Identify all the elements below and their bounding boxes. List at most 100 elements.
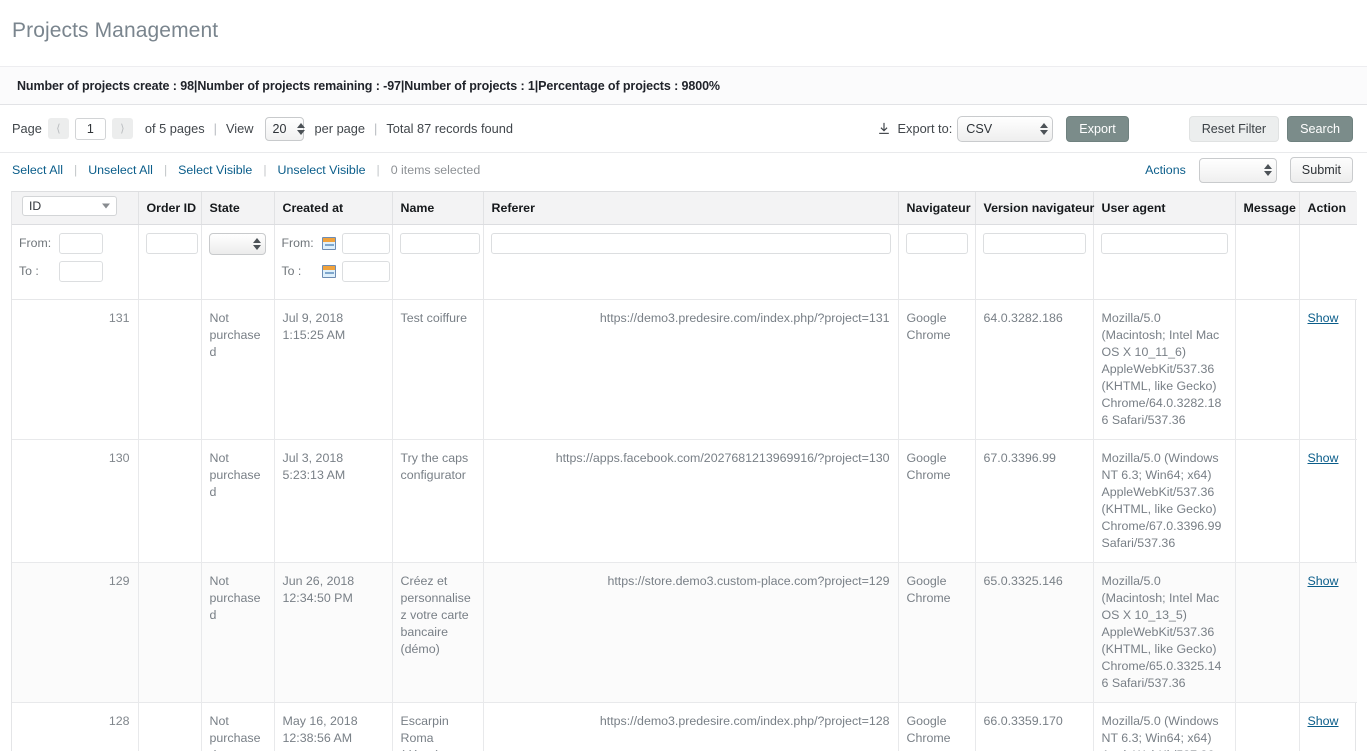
cell-user-agent: Mozilla/5.0 (Macintosh; Intel Mac OS X 1… xyxy=(1093,299,1236,441)
column-header-order-id[interactable]: Order ID xyxy=(138,192,202,226)
table-row[interactable]: 131 Not purchased Jul 9, 2018 1:15:25 AM… xyxy=(12,299,1357,441)
actions-select[interactable] xyxy=(1198,157,1277,183)
cell-id: 128 xyxy=(12,702,139,751)
filter-cell-navigateur xyxy=(898,224,976,301)
cell-user-agent: Mozilla/5.0 (Windows NT 6.3; Win64; x64)… xyxy=(1093,439,1236,564)
cell-order-id xyxy=(138,702,202,751)
show-link[interactable]: Show xyxy=(1308,714,1339,728)
export-format-select[interactable]: CSV xyxy=(957,115,1054,142)
actions-label[interactable]: Actions xyxy=(1145,163,1186,177)
select-all-link[interactable]: Select All xyxy=(12,163,63,177)
cell-user-agent: Mozilla/5.0 (Windows NT 6.3; Win64; x64)… xyxy=(1093,702,1236,751)
cell-referer: https://demo3.predesire.com/index.php/?p… xyxy=(483,702,899,751)
state-filter-select[interactable] xyxy=(208,233,266,256)
to-label: To : xyxy=(19,264,39,279)
cell-created-at: Jul 3, 2018 5:23:13 AM xyxy=(274,439,393,564)
column-header-message[interactable]: Message xyxy=(1235,192,1300,226)
column-header-name[interactable]: Name xyxy=(392,192,484,226)
projects-management-page: Projects Management Number of projects c… xyxy=(0,0,1367,751)
export-button[interactable]: Export xyxy=(1066,115,1129,142)
unselect-visible-link[interactable]: Unselect Visible xyxy=(278,163,366,177)
cell-action: Show xyxy=(1299,439,1357,564)
submit-button[interactable]: Submit xyxy=(1289,157,1353,184)
filter-cell-action xyxy=(1299,224,1357,301)
cell-name: Try the caps configurator xyxy=(392,439,484,564)
table-body: From: To : From: To: 131 Not purchased … xyxy=(12,224,1357,751)
column-header-id: ID xyxy=(12,192,139,226)
column-header-state[interactable]: State xyxy=(201,192,275,226)
cell-action: Show xyxy=(1299,702,1357,751)
cell-version: 66.0.3359.170 xyxy=(975,702,1094,751)
filter-cell-name xyxy=(392,224,484,301)
per-page-select[interactable]: 20 xyxy=(264,116,304,141)
total-records-label: Total 87 records found xyxy=(386,121,514,137)
table-row[interactable]: 130 Not purchased Jul 3, 2018 5:23:13 AM… xyxy=(12,439,1357,564)
calendar-icon[interactable] xyxy=(321,237,336,251)
cell-navigateur: Google Chrome xyxy=(898,562,976,704)
order-id-filter-input[interactable] xyxy=(145,233,198,255)
page-input[interactable] xyxy=(74,117,106,140)
selection-separator: | xyxy=(376,163,380,178)
id-column-select-wrap: ID xyxy=(22,196,117,217)
table-row[interactable]: 128 Not purchased May 16, 2018 12:38:56 … xyxy=(12,702,1357,751)
id-to-row: To : xyxy=(19,261,131,283)
created-from-row: From: xyxy=(282,233,390,255)
view-label: View xyxy=(226,121,254,137)
show-link[interactable]: Show xyxy=(1308,451,1339,465)
stats-bar: Number of projects create : 98|Number of… xyxy=(0,66,1367,106)
filter-cell-version xyxy=(975,224,1094,301)
column-header-created-at[interactable]: Created at xyxy=(274,192,393,226)
actions-select-wrap xyxy=(1198,157,1277,183)
page-title: Projects Management xyxy=(12,19,219,43)
column-header-navigateur[interactable]: Navigateur xyxy=(898,192,976,226)
calendar-icon[interactable] xyxy=(321,265,336,279)
chevron-right-icon[interactable]: ⟩ xyxy=(111,118,133,140)
table-head: ID Order ID State Created at Name Refere… xyxy=(12,192,1357,226)
column-header-user-agent[interactable]: User agent xyxy=(1093,192,1236,226)
select-visible-link[interactable]: Select Visible xyxy=(178,163,252,177)
unselect-all-link[interactable]: Unselect All xyxy=(88,163,153,177)
show-link[interactable]: Show xyxy=(1308,311,1339,325)
cell-state: Not purchased xyxy=(201,439,275,564)
filter-cell-message xyxy=(1235,224,1300,301)
cell-created-at: Jul 9, 2018 1:15:25 AM xyxy=(274,299,393,441)
user-agent-filter-input[interactable] xyxy=(1100,233,1228,255)
toolbar-separator-1: | xyxy=(213,121,217,137)
cell-referer: https://apps.facebook.com/20276812139699… xyxy=(483,439,899,564)
show-link[interactable]: Show xyxy=(1308,574,1339,588)
cell-name: Créez et personnalisez votre carte banca… xyxy=(392,562,484,704)
cell-state: Not purchased xyxy=(201,299,275,441)
cell-action: Show xyxy=(1299,299,1357,441)
created-to-input[interactable] xyxy=(341,261,390,283)
reset-filter-button[interactable]: Reset Filter xyxy=(1188,115,1280,142)
column-header-action: Action xyxy=(1299,192,1357,226)
cell-order-id xyxy=(138,299,202,441)
cell-id: 130 xyxy=(12,439,139,564)
chevron-left-icon[interactable]: ⟨ xyxy=(47,118,69,140)
version-filter-input[interactable] xyxy=(982,233,1086,255)
selection-separator: | xyxy=(73,163,78,178)
cell-state: Not purchased xyxy=(201,562,275,704)
referer-filter-input[interactable] xyxy=(490,233,891,255)
cell-message xyxy=(1235,702,1300,751)
filter-cell-created-at: From: To : xyxy=(274,224,393,301)
column-header-version-navigateur[interactable]: Version navigateur xyxy=(975,192,1094,226)
cell-referer: https://store.demo3.custom-place.com?pro… xyxy=(483,562,899,704)
export-to-label: Export to: xyxy=(897,121,953,137)
id-column-select[interactable]: ID xyxy=(22,196,117,217)
stats-summary: Number of projects create : 98|Number of… xyxy=(17,78,720,93)
navigateur-filter-input[interactable] xyxy=(905,233,968,255)
name-filter-input[interactable] xyxy=(399,233,480,255)
id-from-input[interactable] xyxy=(59,233,103,255)
toolbar-separator-2: | xyxy=(374,121,378,137)
to-label: To : xyxy=(281,264,302,279)
filter-cell-id: From: To : xyxy=(12,224,139,301)
filter-cell-order-id xyxy=(138,224,202,301)
cell-action: Show xyxy=(1299,562,1357,704)
header-row: ID Order ID State Created at Name Refere… xyxy=(12,192,1357,226)
table-row[interactable]: 129 Not purchased Jun 26, 2018 12:34:50 … xyxy=(12,562,1357,704)
created-from-input[interactable] xyxy=(341,233,390,255)
id-to-input[interactable] xyxy=(59,261,103,283)
column-header-referer[interactable]: Referer xyxy=(483,192,899,226)
search-button[interactable]: Search xyxy=(1287,115,1353,142)
